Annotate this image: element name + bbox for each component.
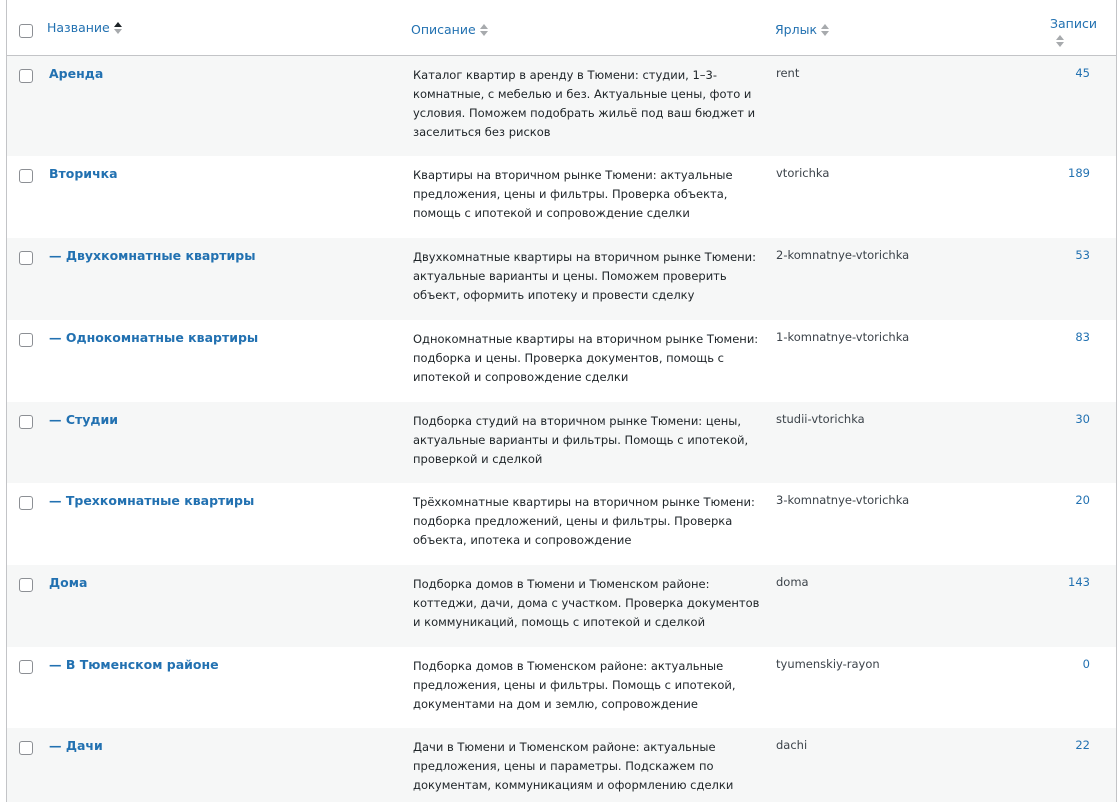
- term-slug: tyumenskiy-rayon: [776, 657, 880, 671]
- row-checkbox[interactable]: [19, 578, 33, 592]
- column-slug-label: Ярлык: [775, 22, 818, 37]
- table-body: Аренда Каталог квартир в аренду в Тюмени:…: [7, 56, 1116, 802]
- term-count-link[interactable]: 143: [1068, 575, 1090, 589]
- term-name-link[interactable]: Вторичка: [49, 166, 118, 181]
- term-slug: 2-komnatnye-vtorichka: [776, 248, 910, 262]
- term-slug: doma: [776, 575, 809, 589]
- select-all-checkbox[interactable]: [19, 24, 33, 38]
- term-name-link[interactable]: — Дачи: [49, 738, 103, 753]
- table-row: — Дачи Дачи в Тюмени и Тюменском районе: …: [7, 728, 1116, 802]
- row-checkbox[interactable]: [19, 69, 33, 83]
- term-slug: 1-komnatnye-vtorichka: [776, 330, 910, 344]
- term-description: Подборка домов в Тюмени и Тюменском райо…: [413, 577, 760, 629]
- term-count-link[interactable]: 0: [1083, 657, 1090, 671]
- terms-table: Название Описание Ярлык Записи Аренда Кат…: [6, 0, 1117, 802]
- column-description-sort[interactable]: Описание: [411, 22, 488, 37]
- term-description: Дачи в Тюмени и Тюменском районе: актуал…: [413, 740, 734, 792]
- column-name-sort[interactable]: Название: [47, 20, 122, 35]
- row-checkbox[interactable]: [19, 415, 33, 429]
- table-row: — Однокомнатные квартиры Однокомнатные кв…: [7, 320, 1116, 402]
- table-row: Вторичка Квартиры на вторичном рынке Тюме…: [7, 156, 1116, 238]
- column-count-sort[interactable]: Записи: [1050, 16, 1097, 47]
- sort-asc-icon: [113, 21, 122, 34]
- sort-icon: [1056, 35, 1064, 47]
- term-description: Однокомнатные квартиры на вторичном рынк…: [413, 332, 759, 384]
- column-description-label: Описание: [411, 22, 476, 37]
- term-count-link[interactable]: 45: [1075, 66, 1090, 80]
- table-row: Аренда Каталог квартир в аренду в Тюмени:…: [7, 56, 1116, 156]
- table-row: — В Тюменском районе Подборка домов в Тюм…: [7, 647, 1116, 728]
- row-checkbox[interactable]: [19, 496, 33, 510]
- row-checkbox[interactable]: [19, 251, 33, 265]
- term-description: Двухкомнатные квартиры на вторичном рынк…: [413, 250, 756, 302]
- term-name-link[interactable]: — Двухкомнатные квартиры: [49, 248, 256, 263]
- term-name-link[interactable]: — Трехкомнатные квартиры: [49, 493, 254, 508]
- table-row: — Трехкомнатные квартиры Трёхкомнатные кв…: [7, 483, 1116, 565]
- sort-icon: [479, 23, 488, 36]
- term-count-link[interactable]: 22: [1075, 738, 1090, 752]
- term-slug: dachi: [776, 738, 808, 752]
- table-row: — Двухкомнатные квартиры Двухкомнатные кв…: [7, 238, 1116, 320]
- term-name-link[interactable]: — Однокомнатные квартиры: [49, 330, 258, 345]
- column-slug-sort[interactable]: Ярлык: [775, 22, 830, 37]
- row-checkbox[interactable]: [19, 660, 33, 674]
- table-row: — Студии Подборка студий на вторичном рын…: [7, 402, 1116, 483]
- row-checkbox[interactable]: [19, 333, 33, 347]
- term-count-link[interactable]: 83: [1075, 330, 1090, 344]
- term-slug: vtorichka: [776, 166, 830, 180]
- table-header: Название Описание Ярлык Записи: [7, 0, 1116, 56]
- term-slug: 3-komnatnye-vtorichka: [776, 493, 910, 507]
- term-name-link[interactable]: Аренда: [49, 66, 103, 81]
- term-count-link[interactable]: 53: [1075, 248, 1090, 262]
- term-count-link[interactable]: 20: [1075, 493, 1090, 507]
- term-name-link[interactable]: Дома: [49, 575, 87, 590]
- table-row: Дома Подборка домов в Тюмени и Тюменском …: [7, 565, 1116, 647]
- row-checkbox[interactable]: [19, 169, 33, 183]
- term-description: Подборка домов в Тюменском районе: актуа…: [413, 659, 736, 711]
- row-checkbox[interactable]: [19, 741, 33, 755]
- column-count-label: Записи: [1050, 16, 1097, 31]
- term-name-link[interactable]: — В Тюменском районе: [49, 657, 219, 672]
- term-count-link[interactable]: 30: [1075, 412, 1090, 426]
- term-description: Каталог квартир в аренду в Тюмени: студи…: [413, 68, 756, 139]
- term-slug: rent: [776, 66, 800, 80]
- term-description: Подборка студий на вторичном рынке Тюмен…: [413, 414, 749, 466]
- column-name-label: Название: [47, 20, 110, 35]
- sort-icon: [821, 23, 830, 36]
- term-description: Трёхкомнатные квартиры на вторичном рынк…: [413, 495, 755, 547]
- term-count-link[interactable]: 189: [1068, 166, 1090, 180]
- term-name-link[interactable]: — Студии: [49, 412, 118, 427]
- term-description: Квартиры на вторичном рынке Тюмени: акту…: [413, 168, 733, 220]
- term-slug: studii-vtorichka: [776, 412, 865, 426]
